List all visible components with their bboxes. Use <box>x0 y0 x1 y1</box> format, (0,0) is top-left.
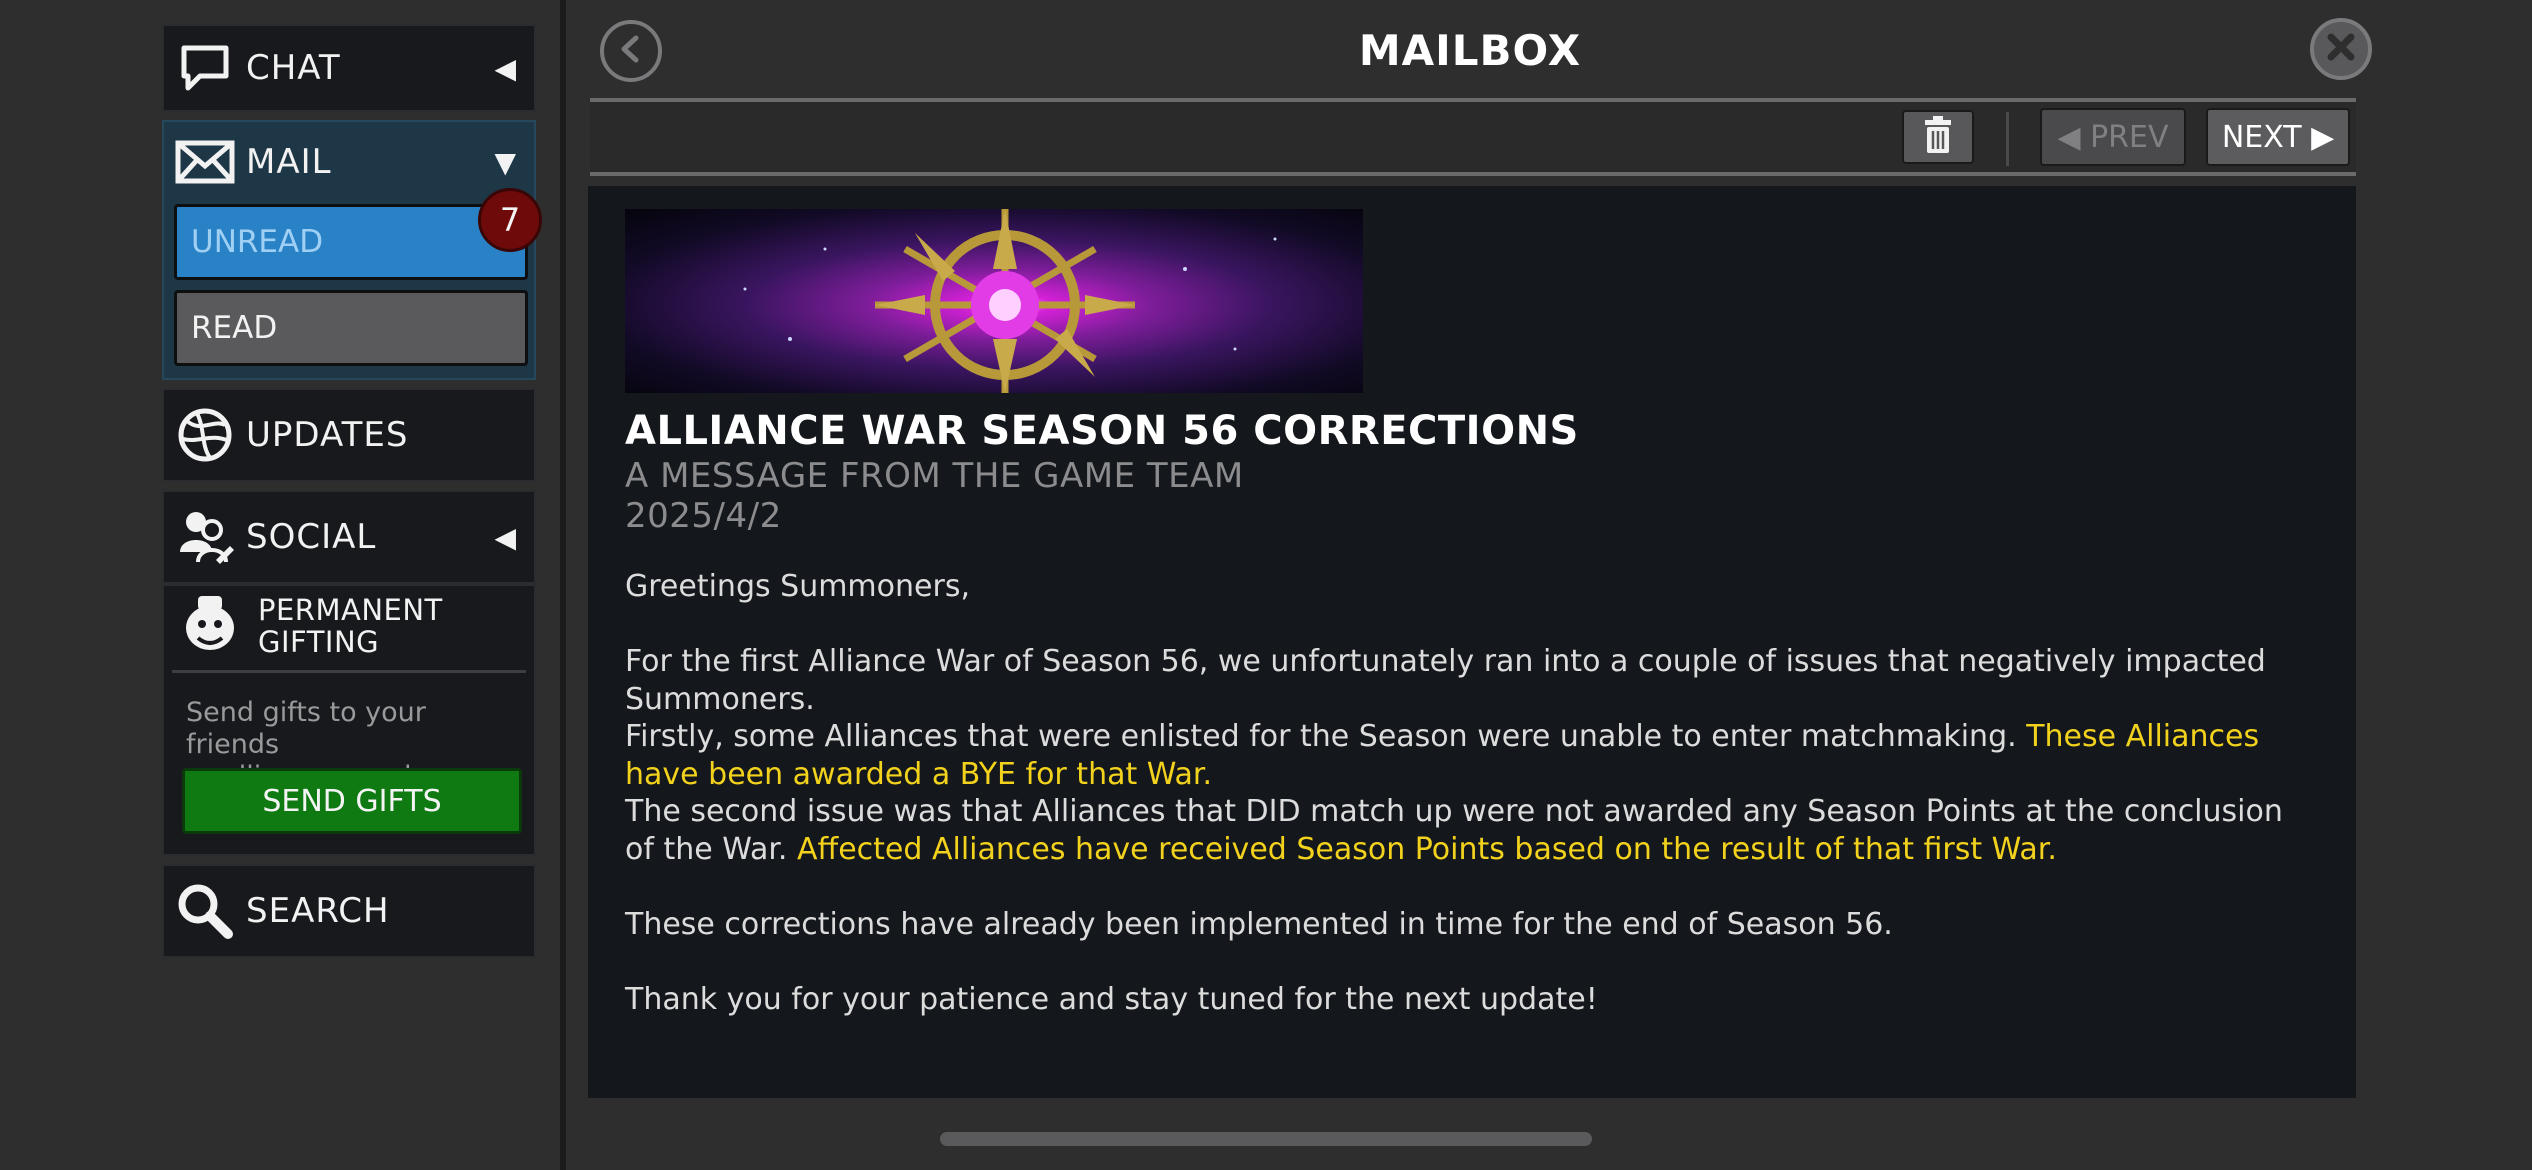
back-button[interactable] <box>600 20 662 82</box>
search-label: SEARCH <box>246 891 390 931</box>
updates-label: UPDATES <box>246 415 409 455</box>
message-body: Greetings Summoners, For the first Allia… <box>625 568 2315 1018</box>
message-paragraph: Firstly, some Alliances that were enlist… <box>625 718 2315 793</box>
close-button[interactable] <box>2310 18 2372 80</box>
send-gifts-button[interactable]: SEND GIFTS <box>182 768 522 834</box>
envelope-icon <box>174 131 236 193</box>
page-title: MAILBOX <box>1358 26 1582 75</box>
message-paragraph: These corrections have already been impl… <box>625 906 1893 942</box>
message-sender: A MESSAGE FROM THE GAME TEAM <box>625 456 1244 496</box>
sidebar-item-chat[interactable]: CHAT ◀ <box>162 24 536 112</box>
trash-icon <box>1923 116 1953 158</box>
toolbar-bottom-rule <box>590 172 2356 176</box>
sidebar-item-mail[interactable]: MAIL ▼ UNREAD READ 7 <box>162 120 542 380</box>
sidebar-divider <box>560 0 566 1170</box>
sidebar-item-search[interactable]: SEARCH <box>162 864 536 958</box>
permanent-gifting-panel: PERMANENT GIFTING Send gifts to your fri… <box>162 584 536 856</box>
people-icon <box>174 506 236 568</box>
horizontal-scrollbar[interactable] <box>940 1132 1592 1146</box>
chevron-left-icon: ◀ <box>494 51 516 85</box>
message-date: 2025/4/2 <box>625 496 782 536</box>
message-banner-image <box>625 209 1363 393</box>
message-highlight-text: Affected Alliances have received Season … <box>797 831 2057 867</box>
message-greeting: Greetings Summoners, <box>625 569 970 604</box>
chat-label: CHAT <box>246 48 341 88</box>
gifting-description-line1: Send gifts to your friends <box>186 697 426 760</box>
unread-tab[interactable]: UNREAD <box>174 204 528 280</box>
globe-icon <box>174 404 236 466</box>
message-title: ALLIANCE WAR SEASON 56 CORRECTIONS <box>625 408 1579 454</box>
chevron-left-icon: ◀ <box>494 520 516 554</box>
chevron-down-icon: ▼ <box>494 145 516 179</box>
delete-button[interactable] <box>1902 110 1974 164</box>
magnifier-icon <box>174 880 236 942</box>
message-paragraph: Thank you for your patience and stay tun… <box>625 981 1598 1017</box>
message-text: Firstly, some Alliances that were enlist… <box>625 719 2027 754</box>
gifting-title-line1: PERMANENT <box>258 593 443 627</box>
prev-button[interactable]: ◀ PREV <box>2040 108 2186 166</box>
social-label: SOCIAL <box>246 517 377 557</box>
next-button[interactable]: NEXT ▶ <box>2206 108 2350 166</box>
sidebar-item-updates[interactable]: UPDATES <box>162 388 536 482</box>
sidebar-item-social[interactable]: SOCIAL ◀ <box>162 490 536 584</box>
gifting-title-line2: GIFTING <box>258 625 380 659</box>
chat-bubble-icon <box>174 37 236 99</box>
mail-label: MAIL <box>246 142 332 182</box>
gift-character-icon <box>180 594 240 658</box>
unread-count-badge: 7 <box>478 188 542 252</box>
message-panel: ALLIANCE WAR SEASON 56 CORRECTIONS A MES… <box>588 186 2356 1098</box>
message-paragraph: For the first Alliance War of Season 56,… <box>625 644 2266 717</box>
read-tab[interactable]: READ <box>174 290 528 366</box>
back-arrow-icon <box>616 34 646 68</box>
message-paragraph: The second issue was that Alliances that… <box>625 793 2315 868</box>
toolbar-separator <box>2006 112 2009 166</box>
close-icon <box>2326 32 2356 66</box>
